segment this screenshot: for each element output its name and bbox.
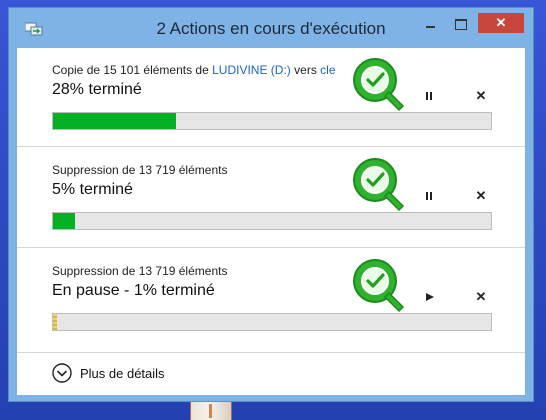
- play-icon: [426, 293, 434, 301]
- title-bar[interactable]: 2 Actions en cours d'exécution ✕: [9, 8, 533, 48]
- pause-icon-bar: [430, 192, 432, 200]
- minimize-button[interactable]: [417, 13, 443, 33]
- operation-copy: Copie de 15 101 éléments de LUDIVINE (D:…: [17, 48, 525, 146]
- description-text: Copie de 15 101 éléments de: [52, 63, 213, 77]
- progress-status: 28% terminé: [52, 81, 142, 98]
- progress-status: 5% terminé: [52, 181, 133, 198]
- operation-delete-1: Suppression de 13 719 éléments 5% termin…: [17, 148, 525, 246]
- maximize-button[interactable]: [447, 13, 473, 33]
- progress-fill: [53, 213, 75, 229]
- source-link[interactable]: LUDIVINE (D:): [212, 63, 291, 77]
- more-details-label: Plus de détails: [80, 366, 165, 381]
- operations-panel: Copie de 15 101 éléments de LUDIVINE (D:…: [17, 48, 525, 395]
- operation-description: Suppression de 13 719 éléments: [52, 264, 228, 278]
- progress-fill: [53, 113, 176, 129]
- close-button[interactable]: ✕: [478, 13, 524, 33]
- progress-bar: [52, 112, 492, 130]
- cancel-button[interactable]: ✕: [473, 289, 489, 305]
- pause-icon-bar: [430, 92, 432, 100]
- operation-delete-2: Suppression de 13 719 éléments En pause …: [17, 249, 525, 347]
- divider: [17, 247, 525, 248]
- divider: [17, 352, 525, 353]
- file-operation-dialog: 2 Actions en cours d'exécution ✕ Copie d…: [8, 7, 534, 402]
- taskbar-item[interactable]: [190, 400, 232, 420]
- cancel-button[interactable]: ✕: [473, 88, 489, 104]
- progress-fill: [53, 314, 57, 330]
- chevron-down-circle-icon: [52, 363, 72, 383]
- operation-description: Suppression de 13 719 éléments: [52, 163, 228, 177]
- divider: [17, 146, 525, 147]
- more-details-toggle[interactable]: Plus de détails: [17, 354, 525, 395]
- cancel-button[interactable]: ✕: [473, 188, 489, 204]
- resume-button[interactable]: [421, 289, 437, 305]
- progress-bar: [52, 212, 492, 230]
- destination-link[interactable]: cle: [320, 63, 335, 77]
- checkmark-badge-icon: [353, 259, 405, 313]
- progress-bar: [52, 313, 492, 331]
- operation-description: Copie de 15 101 éléments de LUDIVINE (D:…: [52, 63, 336, 77]
- pause-icon: [426, 192, 428, 200]
- pause-button[interactable]: [421, 188, 437, 204]
- pause-button[interactable]: [421, 88, 437, 104]
- description-text: vers: [290, 63, 321, 77]
- checkmark-badge-icon: [353, 58, 405, 112]
- pause-icon: [426, 92, 428, 100]
- checkmark-badge-icon: [353, 158, 405, 212]
- progress-status: En pause - 1% terminé: [52, 282, 215, 299]
